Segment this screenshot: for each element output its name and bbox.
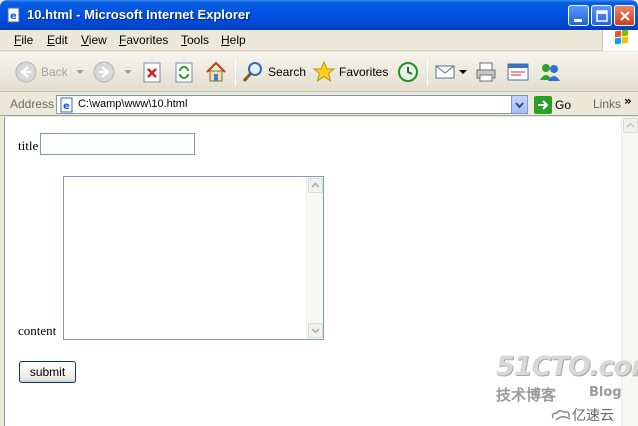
address-bar: Address e C:\wamp\www\10.html Go Links » (0, 93, 638, 116)
ie-page-icon: e (7, 7, 20, 23)
minimize-button[interactable] (568, 5, 589, 26)
messenger-button[interactable] (538, 58, 562, 86)
submit-button[interactable]: submit (19, 361, 76, 383)
windows-flag-icon (615, 29, 628, 45)
minimize-icon (574, 19, 582, 22)
menu-edit[interactable]: Edit (47, 33, 68, 47)
forward-dropdown-icon[interactable] (122, 67, 134, 77)
address-label: Address (10, 97, 55, 111)
watermark: 51CTO.com 技术博客 Blog 亿速云 (496, 351, 638, 426)
address-url: C:\wamp\www\10.html (78, 98, 188, 110)
search-icon (242, 62, 262, 82)
chevron-down-icon (311, 328, 320, 334)
menu-view[interactable]: View (81, 33, 107, 47)
content-scrollbar[interactable] (306, 177, 323, 339)
windows-logo (602, 29, 638, 51)
title-label: title (18, 138, 39, 153)
menu-tools[interactable]: Tools (181, 33, 209, 47)
cloud-logo-icon (551, 409, 571, 421)
watermark-51cto: 51CTO.com (496, 351, 638, 382)
chevron-down-icon (515, 102, 524, 109)
back-label: Back (41, 65, 68, 79)
chevron-up-icon (626, 122, 635, 128)
standard-toolbar: Back Search Favorites (0, 52, 638, 92)
messenger-icon (540, 64, 560, 81)
close-button[interactable] (614, 5, 635, 26)
watermark-brand: 亿速云 (572, 408, 614, 424)
stop-button[interactable] (141, 58, 163, 86)
printer-icon (476, 62, 496, 82)
svg-text:e: e (10, 11, 17, 22)
search-label: Search (268, 65, 307, 79)
favorites-star-icon (312, 60, 336, 83)
toolbar-separator (427, 58, 428, 86)
home-button[interactable] (204, 58, 228, 86)
refresh-button[interactable] (173, 58, 195, 86)
back-arrow-icon (15, 61, 37, 83)
mail-icon (435, 65, 455, 79)
go-label: Go (555, 98, 572, 112)
go-button[interactable]: Go (534, 96, 571, 114)
watermark-yisu: 亿速云 (550, 405, 614, 425)
content-textarea[interactable] (63, 176, 324, 340)
history-icon (398, 62, 418, 82)
refresh-icon (175, 62, 193, 83)
favorites-label: Favorites (339, 65, 389, 79)
content-label: content (18, 323, 57, 338)
scroll-up-button[interactable] (308, 178, 323, 193)
maximize-icon (596, 10, 608, 22)
address-dropdown-button[interactable] (511, 96, 527, 113)
edit-button[interactable] (506, 58, 530, 86)
title-bar[interactable]: e 10.html - Microsoft Internet Explorer (0, 0, 638, 30)
edit-page-icon (507, 63, 529, 81)
links-button[interactable]: Links (593, 97, 621, 111)
toolbar-separator (235, 58, 236, 86)
print-button[interactable] (474, 58, 498, 86)
window-title: 10.html - Microsoft Internet Explorer (27, 7, 251, 22)
title-input[interactable] (40, 133, 195, 155)
search-button[interactable]: Search (241, 58, 306, 86)
close-icon (620, 11, 630, 21)
maximize-button[interactable] (591, 5, 612, 26)
forward-button[interactable] (92, 58, 134, 86)
page-scroll-up-button[interactable] (623, 118, 638, 133)
back-button[interactable]: Back (14, 58, 86, 86)
menu-file[interactable]: File (14, 33, 33, 47)
back-dropdown-icon[interactable] (74, 67, 86, 77)
forward-arrow-icon (93, 61, 115, 83)
scroll-down-button[interactable] (308, 323, 323, 338)
watermark-sub: 技术博客 (496, 386, 557, 404)
go-arrow-icon (534, 96, 552, 114)
svg-text:e: e (63, 101, 70, 112)
chevron-up-icon (311, 182, 320, 188)
menu-favorites[interactable]: Favorites (119, 33, 168, 47)
menu-help[interactable]: Help (221, 33, 246, 47)
watermark-blog: Blog (589, 385, 622, 400)
menu-bar: File Edit View Favorites Tools Help (0, 29, 638, 51)
home-icon (206, 61, 226, 82)
address-input[interactable]: e C:\wamp\www\10.html (56, 95, 528, 114)
mail-dropdown-icon[interactable] (458, 67, 468, 77)
page-icon: e (60, 97, 73, 113)
links-chevron-icon[interactable]: » (624, 94, 632, 108)
favorites-button[interactable]: Favorites (312, 58, 388, 86)
history-button[interactable] (396, 58, 420, 86)
stop-icon (143, 62, 161, 83)
mail-button[interactable] (434, 58, 468, 86)
